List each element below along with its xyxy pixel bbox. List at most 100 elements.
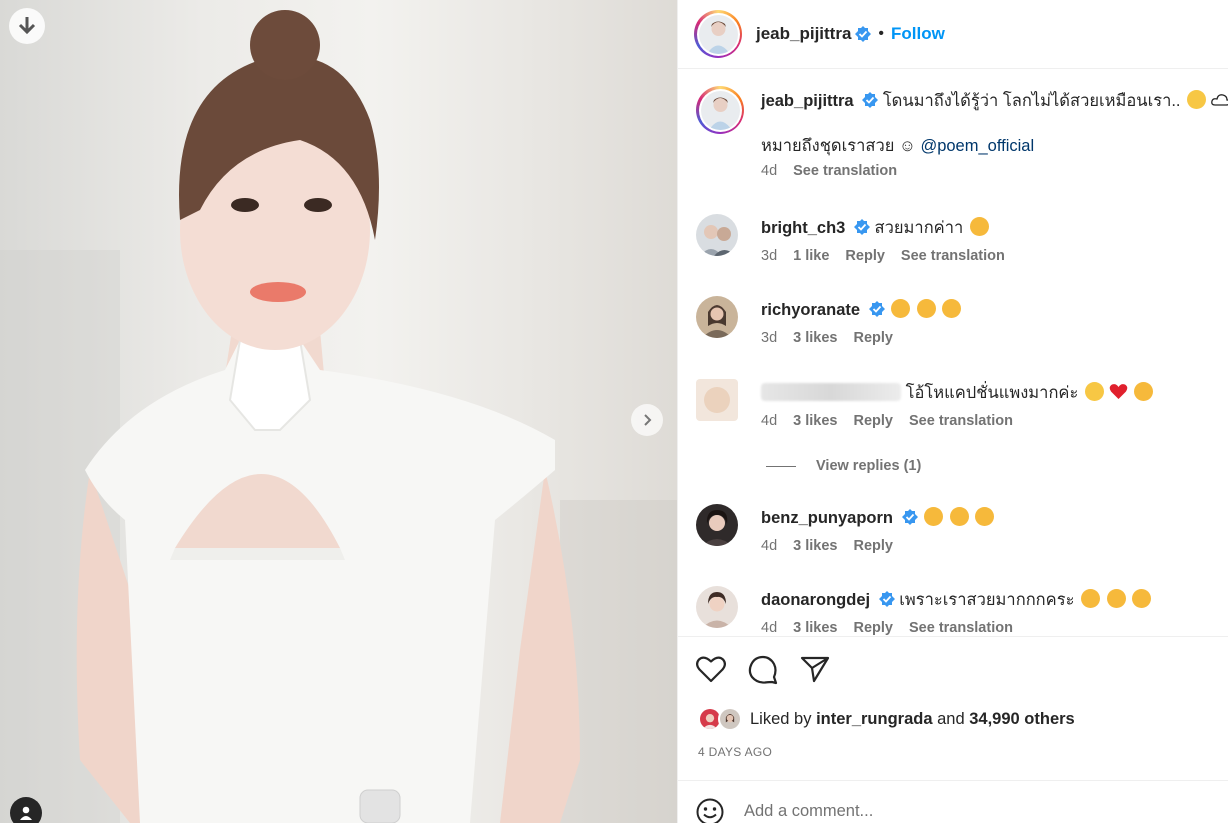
comment-age: 4d xyxy=(761,538,778,554)
emoji-icon[interactable] xyxy=(696,798,724,823)
view-replies-label: View replies (1) xyxy=(816,458,922,474)
liked-by-others-link[interactable]: 34,990 others xyxy=(969,710,1074,729)
caption-text-line1: โดนมาถึงได้รู้ว่า โลกไม่ได้สวยเหมือนเรา.… xyxy=(882,92,1181,110)
post-time-ago[interactable]: 4 DAYS AGO xyxy=(698,745,772,759)
download-icon xyxy=(18,17,36,35)
download-button[interactable] xyxy=(9,8,45,44)
view-replies-button[interactable]: View replies (1) xyxy=(766,458,921,474)
heart-eyes-emoji-icon xyxy=(924,507,944,526)
liked-by-user-link[interactable]: inter_rungrada xyxy=(816,710,932,729)
caption-text-line2: หมายถึงชุดเราสวย ☺ xyxy=(761,137,916,155)
liked-by-conj: and xyxy=(937,709,965,728)
heart-eyes-emoji-icon xyxy=(916,299,936,318)
comment-likes[interactable]: 1 like xyxy=(793,248,829,264)
chevron-right-icon xyxy=(644,414,652,426)
see-translation-button[interactable]: See translation xyxy=(901,248,1005,264)
separator-dot: • xyxy=(878,25,885,42)
comment-age: 3d xyxy=(761,330,778,346)
commenter-avatar[interactable] xyxy=(696,504,738,546)
divider-line xyxy=(766,465,796,467)
heart-eyes-emoji-icon xyxy=(891,299,911,318)
caption-author-avatar[interactable] xyxy=(696,86,744,134)
caption-username[interactable]: jeab_pijittra xyxy=(761,92,854,110)
verified-badge-icon xyxy=(855,26,872,42)
heart-eyes-emoji-icon xyxy=(942,299,962,318)
caption-see-translation[interactable]: See translation xyxy=(793,163,897,179)
reply-button[interactable]: Reply xyxy=(853,413,893,429)
comment-age: 4d xyxy=(761,413,778,429)
comment-text: เพราะเราสวยมากกกคระ xyxy=(899,591,1075,609)
commenter-avatar-blurred[interactable] xyxy=(696,379,738,421)
comment-likes[interactable]: 3 likes xyxy=(793,330,837,346)
comment-item: daonarongdej เพราะเราสวยมากกกคระ 4d 3 li… xyxy=(696,586,1216,635)
comment-item: bright_ch3 สวยมากค่าา 3d 1 like Reply Se… xyxy=(696,214,1216,264)
post-photo[interactable] xyxy=(0,0,677,823)
comment-username[interactable]: benz_punyaporn xyxy=(761,509,893,527)
follow-button[interactable]: Follow xyxy=(891,24,945,44)
comment-input[interactable]: Add a comment... xyxy=(744,802,873,821)
comment-likes[interactable]: 3 likes xyxy=(793,538,837,554)
comments-list[interactable]: jeab_pijittra โดนมาถึงได้รู้ว่า โลกไม่ได… xyxy=(678,70,1228,635)
verified-badge-icon xyxy=(853,219,870,235)
next-image-button[interactable] xyxy=(631,404,663,436)
cloud-icon xyxy=(1210,94,1228,106)
comment-age: 3d xyxy=(761,248,778,264)
liker-avatars xyxy=(698,707,746,731)
heart-eyes-emoji-icon xyxy=(975,507,995,526)
liked-by-prefix: Liked by xyxy=(750,709,812,728)
commenter-avatar[interactable] xyxy=(696,214,738,256)
user-tag-icon xyxy=(20,806,32,820)
tagged-users-button[interactable] xyxy=(10,797,42,823)
heart-eyes-emoji-icon xyxy=(1106,589,1126,608)
commenter-avatar[interactable] xyxy=(696,296,738,338)
comment-icon[interactable] xyxy=(748,655,778,685)
comment-item: richyoranate 3d 3 likes Reply xyxy=(696,296,1216,346)
comment-likes[interactable]: 3 likes xyxy=(793,620,837,635)
comment-username[interactable]: bright_ch3 xyxy=(761,219,845,237)
red-heart-emoji-icon xyxy=(1109,384,1127,399)
verified-badge-icon xyxy=(862,92,879,108)
caption: jeab_pijittra โดนมาถึงได้รู้ว่า โลกไม่ได… xyxy=(696,86,1228,179)
comment-item: โอ้โหแคปชั่นแพงมากค่ะ 4d 3 likes Reply S… xyxy=(696,379,1216,429)
post-side-panel: jeab_pijittra • Follow jeab_pijittra โดน… xyxy=(677,0,1228,823)
see-translation-button[interactable]: See translation xyxy=(909,413,1013,429)
verified-badge-icon xyxy=(868,301,885,317)
heart-eyes-emoji-icon xyxy=(949,507,969,526)
reply-button[interactable]: Reply xyxy=(853,330,893,346)
caption-mention-link[interactable]: @poem_official xyxy=(920,137,1034,155)
tears-of-joy-emoji-icon xyxy=(1084,382,1104,401)
see-translation-button[interactable]: See translation xyxy=(909,620,1013,635)
likes-summary[interactable]: Liked by inter_rungrada and 34,990 other… xyxy=(698,707,1075,731)
heart-eyes-emoji-icon xyxy=(1081,589,1101,608)
comment-username[interactable]: richyoranate xyxy=(761,301,860,319)
heart-eyes-emoji-icon xyxy=(969,217,989,236)
comment-username[interactable]: daonarongdej xyxy=(761,591,870,609)
verified-badge-icon xyxy=(901,509,918,525)
verified-badge-icon xyxy=(878,591,895,607)
comment-likes[interactable]: 3 likes xyxy=(793,413,837,429)
post-actions: Liked by inter_rungrada and 34,990 other… xyxy=(678,636,1228,781)
reply-button[interactable]: Reply xyxy=(853,538,893,554)
upside-down-face-emoji-icon xyxy=(1187,90,1207,109)
liker-avatar xyxy=(718,707,742,731)
avatar-image xyxy=(700,90,740,130)
comment-item: benz_punyaporn 4d 3 likes Reply xyxy=(696,504,1216,554)
reply-button[interactable]: Reply xyxy=(853,620,893,635)
share-icon[interactable] xyxy=(800,655,830,683)
heart-icon[interactable] xyxy=(696,655,726,683)
add-comment-bar: Add a comment... xyxy=(678,780,1228,823)
post-header: jeab_pijittra • Follow xyxy=(678,0,1228,69)
comment-text: สวยมากค่าา xyxy=(874,219,964,237)
author-avatar[interactable] xyxy=(694,10,742,58)
heart-eyes-emoji-icon xyxy=(1134,382,1154,401)
post-photo-illustration xyxy=(0,10,677,823)
comment-age: 4d xyxy=(761,620,778,635)
commenter-avatar[interactable] xyxy=(696,586,738,628)
caption-age: 4d xyxy=(761,163,778,179)
heart-eyes-emoji-icon xyxy=(1132,589,1152,608)
avatar-image xyxy=(698,14,738,54)
blurred-username xyxy=(761,383,901,401)
author-username[interactable]: jeab_pijittra xyxy=(756,24,851,44)
comment-text: โอ้โหแคปชั่นแพงมากค่ะ xyxy=(905,384,1079,402)
reply-button[interactable]: Reply xyxy=(845,248,885,264)
